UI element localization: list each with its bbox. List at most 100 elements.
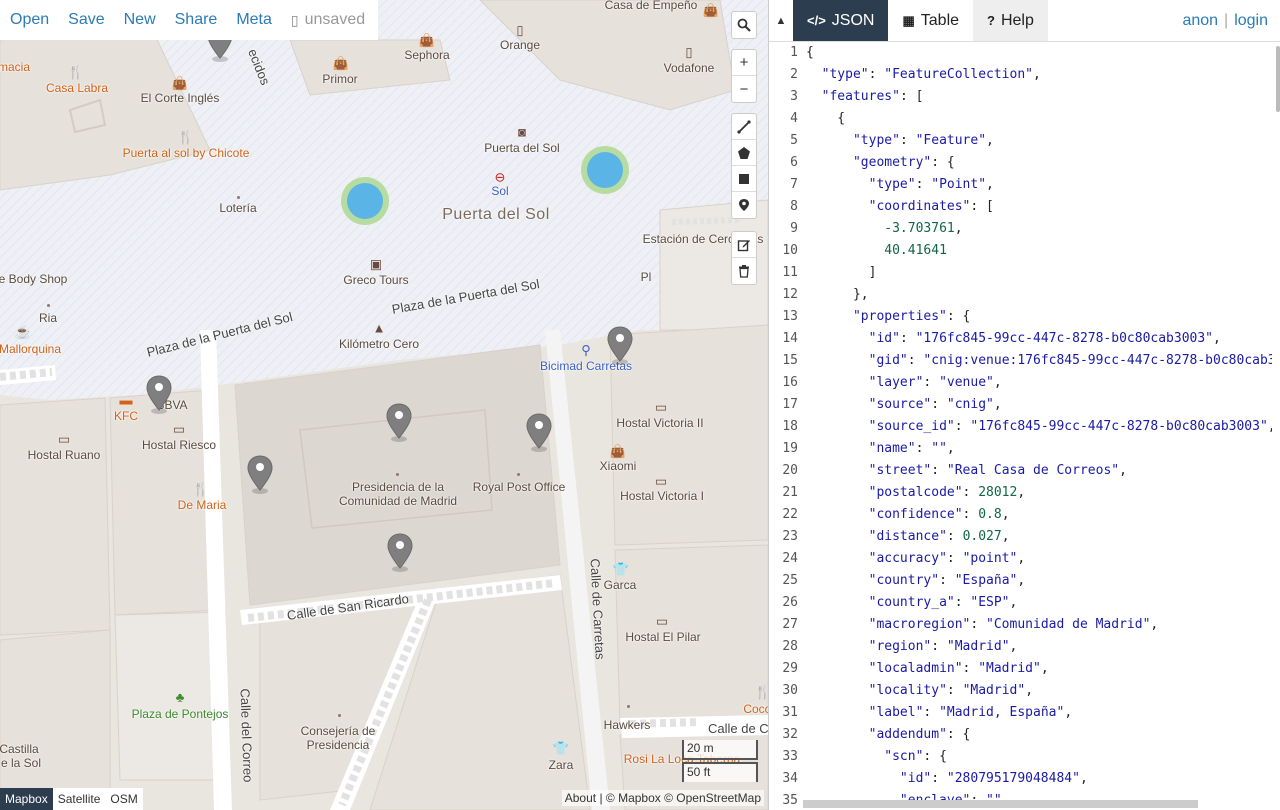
search-control	[731, 11, 757, 39]
login-link[interactable]: login	[1234, 12, 1268, 30]
line-number: 32	[782, 727, 798, 742]
anon-user-link[interactable]: anon	[1182, 12, 1218, 30]
restaurant-icon: 🍴	[192, 481, 210, 497]
delete-layers-button[interactable]	[732, 258, 756, 284]
file-icon: ▯	[290, 11, 299, 28]
search-icon	[737, 18, 751, 32]
line-number: 9	[790, 221, 798, 236]
layer-osm[interactable]: OSM	[105, 788, 142, 810]
draw-line-button[interactable]	[732, 114, 756, 140]
metro-icon: ⊖	[494, 169, 506, 185]
poi-label: e la Sol	[0, 756, 42, 770]
tab-json[interactable]: </> JSON	[793, 0, 889, 41]
line-number-gutter: 1 2 3 4 5 6 7 8 9 10 11 12 13 14 15 16 17 18 19 20 21 22 23 24 2…	[769, 42, 801, 810]
tab-help[interactable]: ? Help	[973, 0, 1048, 41]
code-line: -3.703761,	[884, 221, 963, 236]
line-number: 1	[790, 45, 798, 60]
scale-bar-imperial: 50 ft	[682, 762, 758, 782]
line-number: 18	[782, 419, 798, 434]
draw-toolbar	[731, 113, 757, 219]
cafe-icon: ☕	[14, 324, 32, 340]
poi-label: Presidencia	[306, 738, 370, 752]
open-menu[interactable]: Open	[10, 11, 49, 29]
code-line: {	[806, 111, 846, 126]
save-menu[interactable]: Save	[68, 11, 104, 29]
line-number: 22	[782, 507, 798, 522]
tab-table[interactable]: ▦ Table	[888, 0, 974, 41]
help-icon: ?	[987, 13, 995, 28]
zoom-in-button[interactable]: +	[732, 50, 756, 76]
collapse-panel-button[interactable]: ▲	[769, 0, 793, 41]
map-marker[interactable]	[526, 412, 552, 452]
code-line: "confidence": 0.8,	[868, 507, 1010, 522]
polygon-icon	[738, 146, 750, 159]
layer-mapbox[interactable]: Mapbox	[0, 788, 53, 810]
code-area[interactable]: { "type": "FeatureCollection", "features…	[806, 42, 1272, 810]
draw-marker-button[interactable]	[732, 192, 756, 218]
line-number: 24	[782, 551, 798, 566]
line-number: 10	[782, 243, 798, 258]
line-number: 27	[782, 617, 798, 632]
map-marker[interactable]	[146, 374, 172, 414]
map-marker[interactable]	[247, 454, 273, 494]
clothes-icon: 👕	[552, 740, 570, 756]
map-canvas[interactable]: 🍴 👜 👜 👜 ▯ 👜 ▯ 🍴 ◙ ⊖ ▣ ☕ ▲ ⚲ ▬ ▭ ▭ ▭ 👜 ▭ …	[0, 0, 768, 810]
search-button[interactable]	[732, 12, 756, 38]
horizontal-scrollbar[interactable]	[803, 800, 1198, 808]
poi-dot	[627, 705, 630, 708]
json-editor[interactable]: 1 2 3 4 5 6 7 8 9 10 11 12 13 14 15 16 17 18 19 20 21 22 23 24 2…	[769, 42, 1280, 810]
vertical-scrollbar[interactable]	[1276, 46, 1280, 112]
line-number: 15	[782, 353, 798, 368]
poi-label: e Body Shop	[0, 272, 68, 286]
code-line: },	[806, 287, 869, 302]
hotel-icon: ▭	[654, 399, 668, 415]
marker-icon	[739, 199, 749, 211]
app-root: 🍴 👜 👜 👜 ▯ 👜 ▯ 🍴 ◙ ⊖ ▣ ☕ ▲ ⚲ ▬ ▭ ▭ ▭ 👜 ▭ …	[0, 0, 1280, 810]
hotel-icon: ▭	[57, 431, 71, 447]
code-line: "postalcode": 28012,	[868, 485, 1026, 500]
panel-tabbar: ▲ </> JSON ▦ Table ? Help anon | login	[769, 0, 1280, 42]
edit-layers-button[interactable]	[732, 232, 756, 258]
poi-label: Hostal Riesco	[141, 438, 217, 452]
map-marker[interactable]	[607, 325, 633, 365]
code-line: "features": [	[821, 89, 924, 104]
save-status: unsaved	[304, 11, 366, 28]
map-basemap	[0, 0, 768, 810]
poi-label: Hostal Victoria II	[616, 416, 704, 430]
hotel-icon: ▭	[172, 421, 186, 437]
line-number: 3	[790, 89, 798, 104]
poi-label: Sephora	[404, 48, 450, 62]
restaurant-icon: 🍴	[67, 64, 85, 80]
draw-polygon-button[interactable]	[732, 140, 756, 166]
zoom-out-button[interactable]: −	[732, 76, 756, 102]
map-marker[interactable]	[387, 532, 413, 572]
poi-label: Zara	[548, 758, 574, 772]
code-line: "country": "España",	[868, 573, 1026, 588]
poi-label: macia	[0, 60, 31, 74]
rectangle-icon	[739, 173, 749, 184]
code-line: "type": "Feature",	[852, 133, 994, 148]
poi-label: Hawkers	[603, 718, 651, 732]
code-line: {	[806, 45, 814, 60]
line-icon	[737, 119, 751, 134]
line-number: 8	[790, 199, 798, 214]
poi-label: Royal Post Office	[472, 480, 566, 494]
new-menu[interactable]: New	[124, 11, 156, 29]
line-number: 16	[782, 375, 798, 390]
line-number: 35	[782, 793, 798, 808]
code-line: "distance": 0.027,	[868, 529, 1010, 544]
meta-menu[interactable]: Meta	[236, 11, 272, 29]
share-menu[interactable]: Share	[175, 11, 218, 29]
layer-satellite[interactable]: Satellite	[53, 788, 106, 810]
map-marker[interactable]	[386, 402, 412, 442]
poi-label: Orange	[499, 38, 541, 52]
code-line: "macroregion": "Comunidad de Madrid",	[868, 617, 1159, 632]
draw-rectangle-button[interactable]	[732, 166, 756, 192]
code-line: "addendum": {	[868, 727, 971, 742]
code-line: "locality": "Madrid",	[868, 683, 1034, 698]
line-number: 30	[782, 683, 798, 698]
code-line: "id": "280795179048484",	[899, 771, 1088, 786]
hotel-icon: ▭	[655, 613, 669, 629]
poi-label: Consejería de	[300, 724, 376, 738]
map-attribution[interactable]: About | © Mapbox © OpenStreetMap	[561, 790, 764, 806]
